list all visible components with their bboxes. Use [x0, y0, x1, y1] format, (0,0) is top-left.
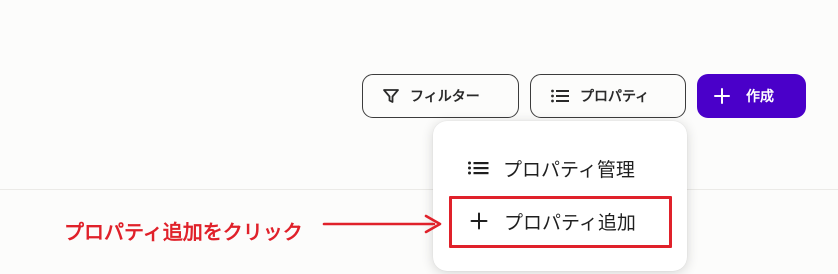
properties-button[interactable]: プロパティ	[530, 74, 686, 118]
create-button[interactable]: 作成	[697, 74, 806, 118]
menu-item-manage-properties[interactable]: プロパティ管理	[433, 148, 687, 188]
plus-icon	[714, 88, 730, 104]
filter-button-label: フィルター	[410, 89, 480, 105]
filter-button[interactable]: フィルター	[362, 74, 519, 118]
menu-item-label: プロパティ管理	[503, 158, 635, 181]
annotation-text: プロパティ追加をクリック	[64, 220, 303, 244]
properties-button-label: プロパティ	[580, 89, 650, 105]
filter-icon	[382, 87, 400, 105]
list-icon	[550, 88, 570, 104]
highlight-box	[449, 196, 672, 248]
content-divider	[0, 189, 838, 190]
create-button-label: 作成	[746, 89, 774, 105]
arrow-right-icon	[322, 214, 442, 234]
list-icon	[467, 160, 489, 176]
